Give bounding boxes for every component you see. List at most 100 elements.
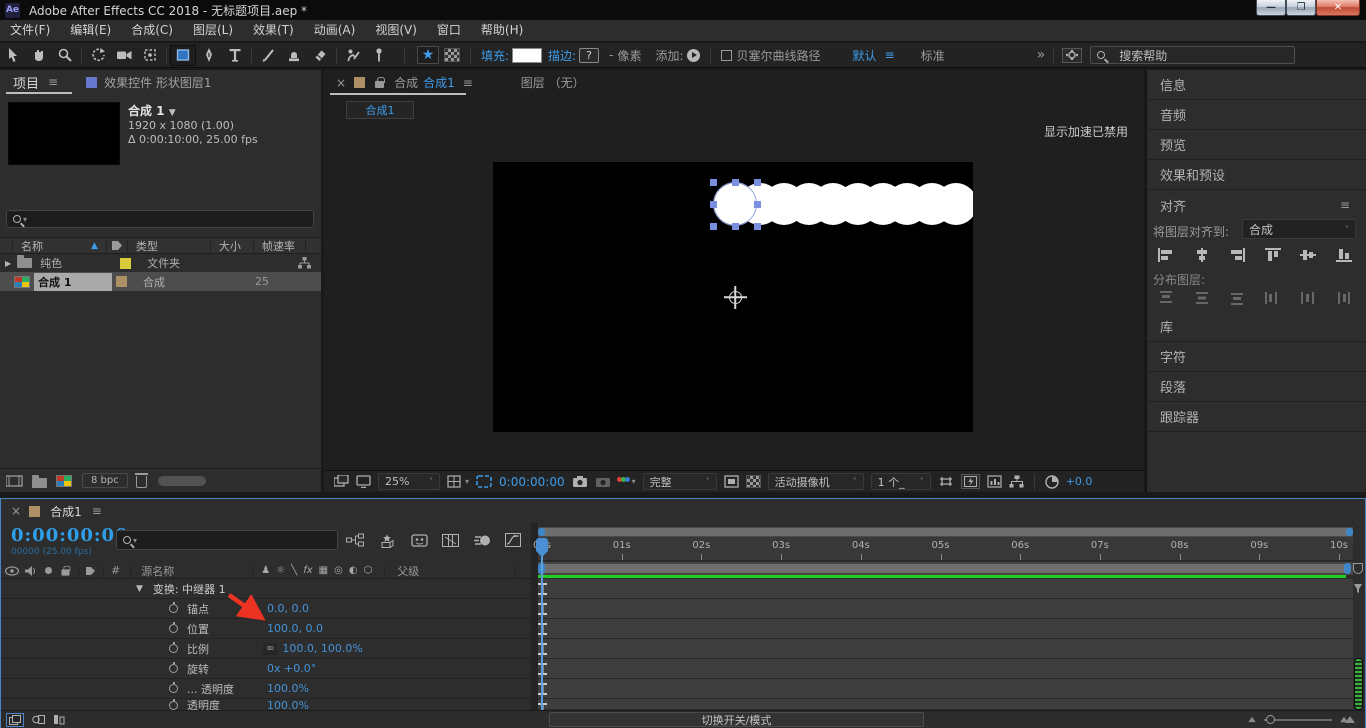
tool-creates-shape-button[interactable]: ★ (417, 46, 439, 64)
expand-layer-switches-button[interactable] (6, 713, 24, 727)
prop-value[interactable]: 100.0, 0.0 (267, 622, 323, 635)
align-h-center-button[interactable] (1191, 246, 1213, 264)
toggle-mask-visibility-icon[interactable] (938, 475, 954, 488)
col-rate[interactable]: 帧速率 (262, 238, 295, 254)
distribute-vcenter-button[interactable] (1191, 289, 1213, 307)
workspace-standard[interactable]: 标准 (921, 47, 945, 64)
selection-handle[interactable] (754, 201, 761, 208)
expand-transfer-controls-button[interactable] (32, 714, 45, 725)
prop-row-scale[interactable]: 比例 ∞ 100.0, 100.0% (1, 639, 531, 659)
work-area-end-handle[interactable] (1344, 563, 1351, 574)
tab-layer-viewer[interactable]: 图层 （无） (521, 74, 585, 91)
viewer-tab-comp-name[interactable]: 合成1 (423, 74, 455, 91)
label-column-icon[interactable] (85, 566, 96, 576)
timeline-vscrollbar[interactable] (1354, 658, 1363, 710)
menu-animation[interactable]: 动画(A) (304, 20, 366, 41)
timeline-tab-close-icon[interactable]: × (11, 504, 21, 518)
selection-handle[interactable] (754, 223, 761, 230)
stroke-label[interactable]: 描边: (548, 47, 576, 64)
fx-switch-icon[interactable]: fx (303, 565, 312, 576)
bezier-path-label[interactable]: 贝塞尔曲线路径 (737, 47, 821, 64)
add-label[interactable]: 添加: (655, 47, 683, 64)
viewer-panel-menu-icon[interactable]: ≡ (463, 76, 473, 90)
selection-handle[interactable] (710, 201, 717, 208)
menu-window[interactable]: 窗口 (427, 20, 471, 41)
panel-info[interactable]: 信息 (1147, 70, 1366, 100)
stopwatch-icon[interactable] (169, 701, 178, 710)
tab-project[interactable]: 项目 (13, 73, 39, 92)
comp-button-icon[interactable] (1353, 583, 1363, 594)
quality-switch-icon[interactable]: ╲ (291, 565, 297, 576)
panel-preview[interactable]: 预览 (1147, 130, 1366, 160)
distribute-bottom-button[interactable] (1226, 289, 1248, 307)
delete-icon[interactable] (136, 476, 147, 488)
viewer-tab-label-swatch[interactable] (354, 77, 365, 88)
menu-layer[interactable]: 图层(L) (183, 20, 243, 41)
col-name[interactable]: 名称 (21, 238, 43, 254)
fast-previews-icon[interactable] (961, 474, 980, 489)
prop-row-start-opacity[interactable]: ... 透明度 100.0% (1, 679, 531, 699)
exposure-icon[interactable] (1045, 475, 1059, 489)
timeline-search-field[interactable]: ▾ (116, 530, 338, 550)
help-search-field[interactable]: 搜索帮助 (1090, 46, 1295, 64)
stopwatch-icon[interactable] (169, 644, 178, 653)
panel-character[interactable]: 字符 (1147, 342, 1366, 372)
menu-edit[interactable]: 编辑(E) (60, 20, 121, 41)
prop-value[interactable]: 100.0, 100.0% (282, 642, 362, 655)
timeline-timecode[interactable]: 0:00:00:00 (11, 525, 129, 546)
shy-switch-icon[interactable]: ♟ (261, 565, 270, 576)
row-label-swatch[interactable] (120, 258, 131, 269)
tool-creates-mask-button[interactable] (444, 48, 460, 62)
project-search-field[interactable]: ▾ (6, 210, 314, 228)
exposure-value[interactable]: +0.0 (1066, 475, 1093, 488)
motion-blur-icon[interactable] (474, 534, 491, 547)
grid-guides-icon[interactable]: ▾ (447, 475, 469, 488)
align-left-button[interactable] (1155, 246, 1177, 264)
camera-view-dropdown[interactable]: 活动摄像机˅ (768, 473, 864, 490)
prop-row-position[interactable]: 位置 100.0, 0.0 (1, 619, 531, 639)
prop-value[interactable]: 0.0, 0.0 (267, 602, 309, 615)
solo-icon[interactable] (45, 567, 52, 574)
timeline-button-icon[interactable] (987, 475, 1002, 488)
project-row-comp1-selected[interactable]: 合成 1 合成 25 (0, 272, 321, 291)
prop-label[interactable]: 位置 (187, 621, 249, 637)
region-of-interest-icon[interactable] (476, 475, 492, 488)
cube-3d-switch-icon[interactable]: ⬡ (364, 565, 373, 576)
project-panel-menu-icon[interactable]: ≡ (48, 75, 58, 89)
prop-row-rotation[interactable]: 旋转 0x +0.0° (1, 659, 531, 679)
distribute-right-button[interactable] (1333, 289, 1355, 307)
selection-handle[interactable] (732, 179, 739, 186)
project-list-header[interactable]: 名称 ▲ 类型 大小 帧速率 (0, 237, 321, 254)
prop-row-anchor[interactable]: 锚点 0.0, 0.0 (1, 599, 531, 619)
brush-tool[interactable] (255, 45, 281, 66)
comp-mini-flowchart-icon[interactable] (346, 533, 364, 547)
comp-breadcrumb-button[interactable]: 合成1 (346, 101, 414, 119)
menu-help[interactable]: 帮助(H) (471, 20, 533, 41)
fill-label[interactable]: 填充: (481, 47, 509, 64)
timeline-graph-area[interactable] (538, 579, 1353, 709)
constrain-link-icon[interactable]: ∞ (263, 643, 277, 655)
audio-speaker-icon[interactable] (25, 566, 37, 576)
snapshot-icon[interactable] (572, 475, 588, 488)
comp-marker-bin-icon[interactable] (1353, 563, 1363, 574)
show-snapshot-icon[interactable] (595, 475, 611, 488)
new-folder-icon[interactable] (32, 478, 47, 488)
col-source-name[interactable]: 源名称 (141, 563, 174, 579)
frame-blending-icon[interactable] (442, 534, 459, 547)
col-hash[interactable]: # (111, 564, 120, 577)
project-hscrollbar[interactable] (158, 476, 206, 486)
align-panel-menu-icon[interactable]: ≡ (1340, 198, 1350, 212)
stopwatch-icon[interactable] (169, 604, 178, 613)
stopwatch-icon[interactable] (169, 664, 178, 673)
menu-composition[interactable]: 合成(C) (121, 20, 183, 41)
selection-handle[interactable] (710, 223, 717, 230)
comp-canvas[interactable] (493, 162, 973, 432)
expand-in-out-button[interactable] (53, 714, 65, 725)
label-column-icon[interactable] (111, 240, 123, 251)
row-label-swatch[interactable] (116, 276, 127, 287)
view-layout-dropdown[interactable]: 1 个_˅ (871, 473, 931, 490)
workspace-overflow-icon[interactable]: » (1037, 47, 1046, 63)
primary-viewer-icon[interactable] (356, 475, 371, 488)
hand-tool[interactable] (26, 45, 52, 66)
always-preview-icon[interactable] (334, 475, 349, 488)
